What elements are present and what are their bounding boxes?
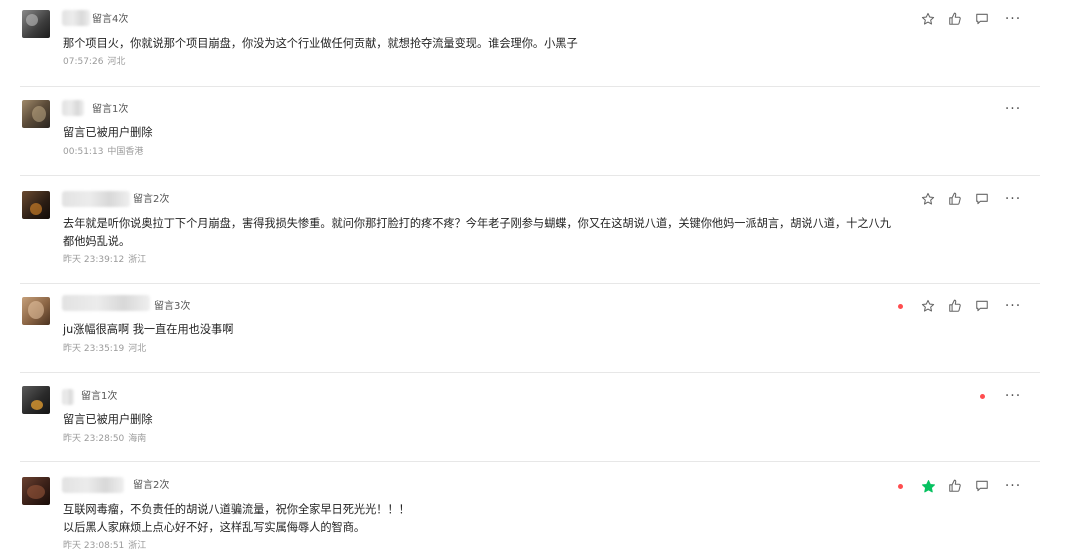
avatar[interactable]	[22, 100, 50, 128]
comment-actions: ···	[920, 191, 1030, 207]
comment-time: 昨天 23:39:12	[63, 255, 125, 265]
comment-actions: ···	[1002, 101, 1030, 117]
avatar[interactable]	[22, 191, 50, 219]
like-button[interactable]	[947, 478, 963, 494]
comment-location: 浙江	[128, 541, 147, 551]
user-name[interactable]	[62, 100, 84, 116]
comment-meta: 昨天 23:35:19 河北	[63, 343, 146, 355]
more-icon: ···	[1004, 101, 1022, 117]
like-button[interactable]	[947, 298, 963, 314]
more-icon: ···	[1004, 388, 1022, 404]
star-icon	[921, 479, 935, 492]
more-icon: ···	[1004, 11, 1022, 27]
avatar[interactable]	[22, 477, 50, 505]
user-name[interactable]	[62, 295, 150, 311]
thumbs-up-icon	[949, 12, 961, 25]
comment-actions: ···	[920, 11, 1030, 27]
comment-time: 昨天 23:08:51	[63, 541, 125, 551]
comment-text: 留言已被用户删除	[63, 413, 153, 426]
user-name[interactable]	[62, 191, 130, 207]
avatar[interactable]	[22, 386, 50, 414]
more-button[interactable]: ···	[1002, 298, 1024, 314]
comment-time: 07:57:26	[63, 57, 104, 67]
avatar[interactable]	[22, 297, 50, 325]
comment-text: 留言已被用户删除	[63, 126, 153, 139]
reply-button[interactable]	[974, 298, 990, 314]
comment-meta: 昨天 23:08:51 浙江	[63, 540, 146, 552]
comment-location: 海南	[128, 434, 147, 444]
comment-text: 去年就是听你说奥拉丁下个月崩盘，害得我损失惨重。就问你那打脸打的疼不疼？今年老子…	[63, 217, 891, 248]
more-button[interactable]: ···	[1002, 101, 1024, 117]
reply-icon	[976, 13, 988, 25]
comment-meta: 07:57:26 河北	[63, 56, 125, 68]
comment-location: 河北	[107, 57, 126, 67]
more-button[interactable]: ···	[1002, 478, 1024, 494]
star-icon	[921, 192, 935, 205]
unread-dot	[980, 394, 985, 399]
divider	[20, 372, 1040, 373]
comment-meta: 00:51:13 中国香港	[63, 146, 143, 158]
user-name[interactable]	[62, 10, 90, 26]
comment-location: 中国香港	[107, 147, 144, 157]
reply-icon	[976, 193, 988, 205]
comment-location: 浙江	[128, 255, 147, 265]
more-button[interactable]: ···	[1002, 191, 1024, 207]
message-count: 留言4次	[92, 14, 129, 25]
message-count: 留言1次	[81, 391, 118, 402]
divider	[20, 175, 1040, 176]
comment-text: 那个项目火，你就说那个项目崩盘，你没为这个行业做任何贡献，就想抢夺流量变现。谁会…	[63, 37, 578, 50]
divider	[20, 86, 1040, 87]
thumbs-up-icon	[949, 299, 961, 312]
star-button[interactable]	[920, 11, 936, 27]
reply-button[interactable]	[974, 11, 990, 27]
user-name[interactable]	[62, 477, 124, 493]
message-count: 留言2次	[133, 194, 170, 205]
comment-list: 留言4次 那个项目火，你就说那个项目崩盘，你没为这个行业做任何贡献，就想抢夺流量…	[0, 0, 1080, 555]
avatar[interactable]	[22, 10, 50, 38]
divider	[20, 283, 1040, 284]
more-button[interactable]: ···	[1002, 388, 1024, 404]
more-icon: ···	[1004, 191, 1022, 207]
reply-button[interactable]	[974, 191, 990, 207]
thumbs-up-icon	[949, 479, 961, 492]
reply-button[interactable]	[974, 478, 990, 494]
star-icon	[921, 299, 935, 312]
like-button[interactable]	[947, 191, 963, 207]
comment-text: 互联网毒瘤，不负责任的胡说八道骗流量，祝你全家早日死光光！！！ 以后黑人家麻烦上…	[63, 503, 410, 534]
more-icon: ···	[1004, 478, 1022, 494]
comment-location: 河北	[128, 344, 147, 354]
divider	[20, 461, 1040, 462]
comment-actions: ···	[920, 298, 1030, 314]
reply-icon	[976, 480, 988, 492]
unread-dot	[898, 484, 903, 489]
comment-time: 昨天 23:28:50	[63, 434, 125, 444]
star-button[interactable]	[920, 478, 936, 494]
comment-actions: ···	[920, 478, 1030, 494]
like-button[interactable]	[947, 11, 963, 27]
comment-meta: 昨天 23:39:12 浙江	[63, 254, 146, 266]
star-icon	[921, 12, 935, 25]
unread-dot	[898, 304, 903, 309]
message-count: 留言1次	[92, 104, 129, 115]
user-name[interactable]	[62, 389, 74, 405]
more-button[interactable]: ···	[1002, 11, 1024, 27]
reply-icon	[976, 300, 988, 312]
comment-actions: ···	[1002, 388, 1030, 404]
message-count: 留言2次	[133, 480, 170, 491]
comment-time: 00:51:13	[63, 147, 104, 157]
comment-meta: 昨天 23:28:50 海南	[63, 433, 146, 445]
message-count: 留言3次	[154, 301, 191, 312]
thumbs-up-icon	[949, 192, 961, 205]
star-button[interactable]	[920, 191, 936, 207]
more-icon: ···	[1004, 298, 1022, 314]
star-button[interactable]	[920, 298, 936, 314]
comment-text: ju涨幅很高啊 我一直在用也没事啊	[63, 323, 234, 336]
comment-time: 昨天 23:35:19	[63, 344, 125, 354]
